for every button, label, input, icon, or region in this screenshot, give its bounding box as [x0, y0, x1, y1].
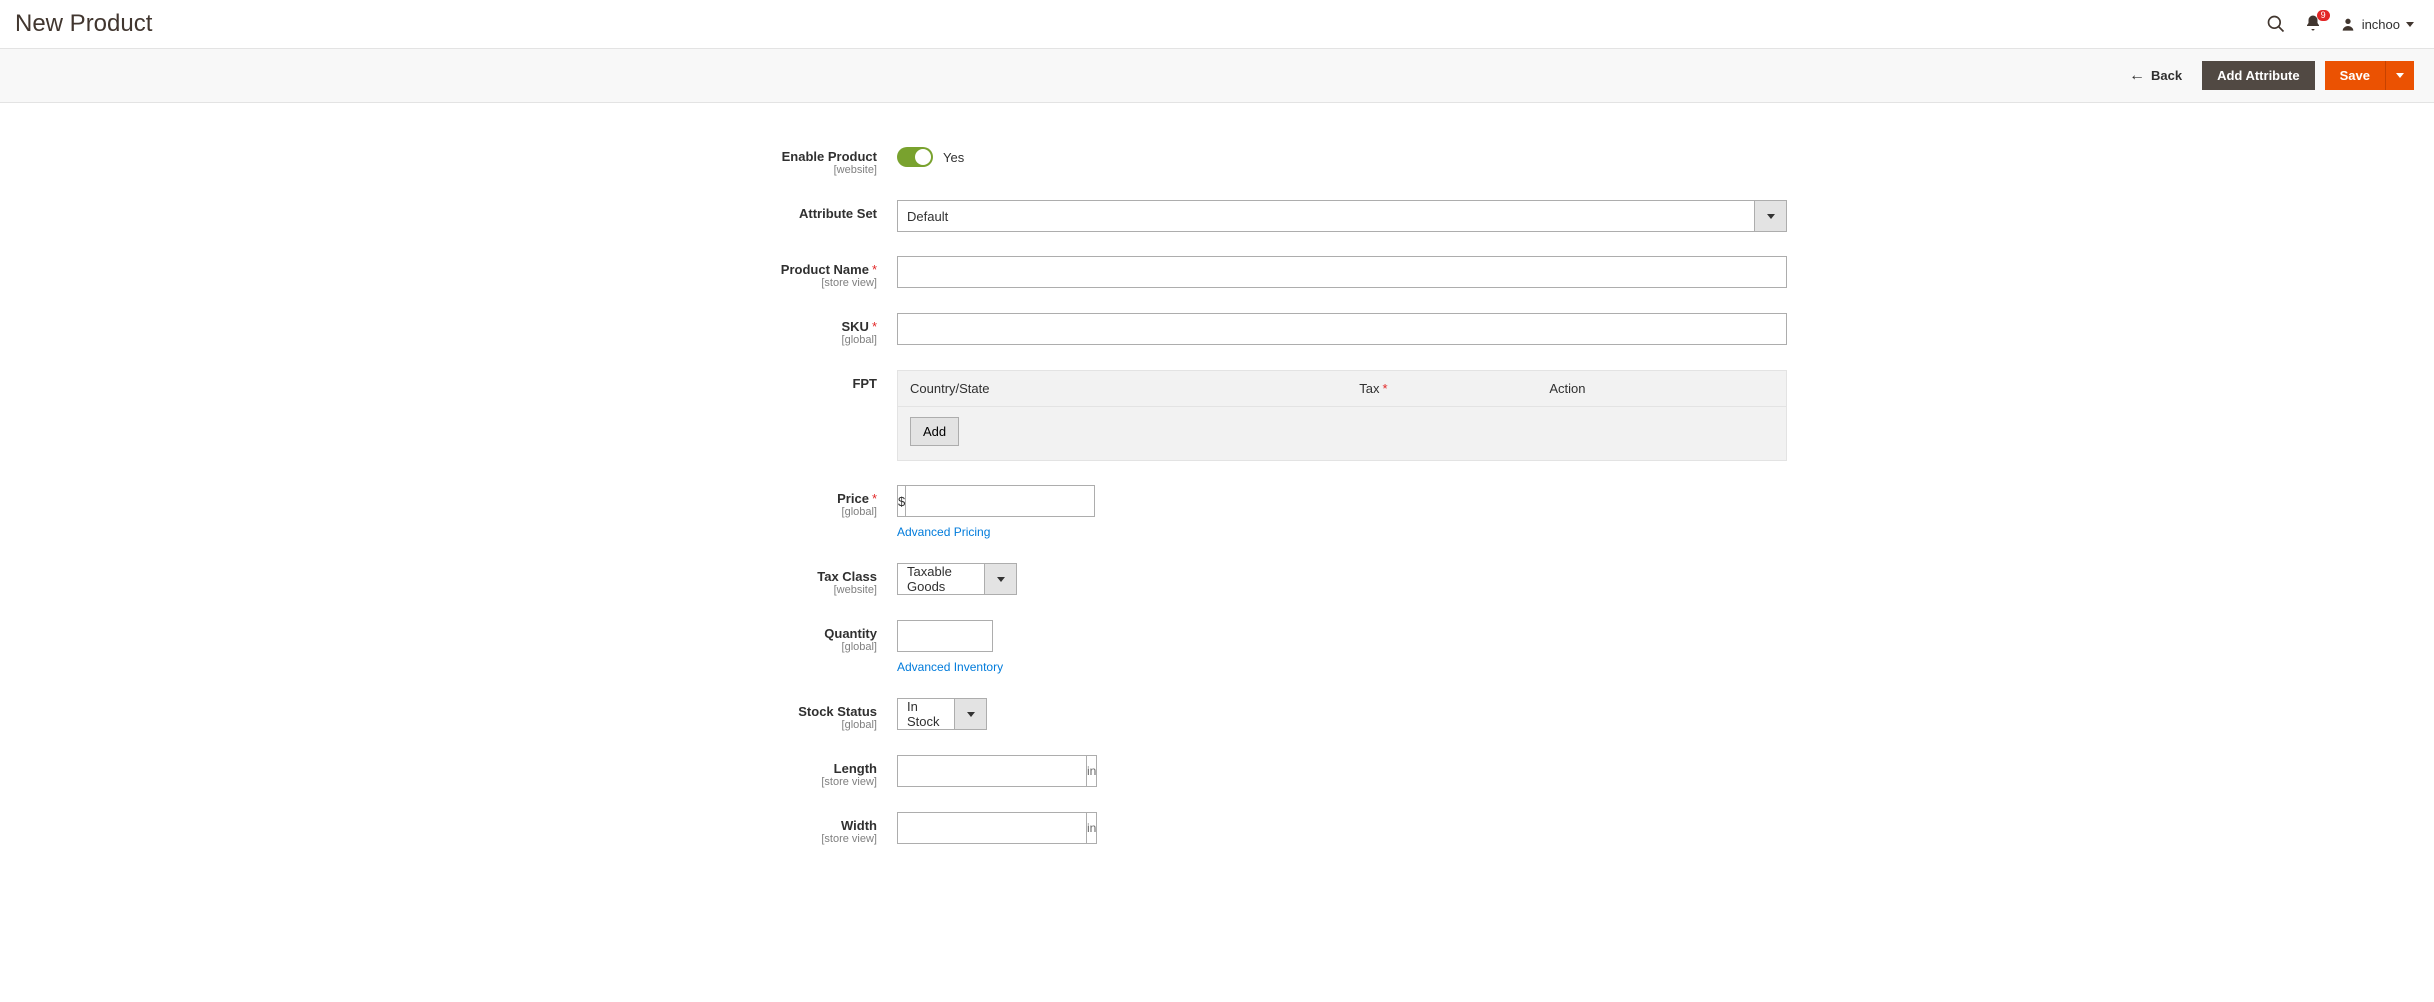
user-menu[interactable]: inchoo [2340, 16, 2414, 32]
stock-status-label: Stock Status [798, 704, 877, 719]
chevron-down-icon [2406, 22, 2414, 27]
attribute-set-select[interactable]: Default [897, 200, 1787, 232]
required-mark: * [872, 491, 877, 506]
tax-class-scope: [website] [647, 584, 877, 596]
quantity-scope: [global] [647, 641, 877, 653]
fpt-col-action: Action [1549, 381, 1774, 396]
quantity-input[interactable] [897, 620, 993, 652]
sku-scope: [global] [647, 334, 877, 346]
stock-status-select[interactable]: In Stock [897, 698, 987, 730]
length-label: Length [834, 761, 877, 776]
back-button[interactable]: ← Back [2129, 67, 2182, 85]
toggle-knob [915, 149, 931, 165]
length-unit: in [1087, 755, 1097, 787]
fpt-table: Country/State Tax* Action Add [897, 370, 1787, 461]
width-scope: [store view] [647, 833, 877, 845]
required-mark: * [872, 262, 877, 277]
required-mark: * [1383, 381, 1388, 396]
add-attribute-button[interactable]: Add Attribute [2202, 61, 2315, 90]
advanced-pricing-link[interactable]: Advanced Pricing [897, 525, 990, 539]
chevron-down-icon [1767, 214, 1775, 219]
stock-status-toggle[interactable] [955, 698, 987, 730]
tax-class-select[interactable]: Taxable Goods [897, 563, 1017, 595]
width-input[interactable] [897, 812, 1087, 844]
username: inchoo [2362, 17, 2400, 32]
attribute-set-toggle[interactable] [1755, 200, 1787, 232]
fpt-label: FPT [852, 376, 877, 391]
fpt-add-button[interactable]: Add [910, 417, 959, 446]
fpt-col-tax: Tax* [1359, 381, 1549, 396]
chevron-down-icon [967, 712, 975, 717]
sku-label: SKU [841, 319, 868, 334]
product-name-label: Product Name [781, 262, 869, 277]
chevron-down-icon [2396, 73, 2404, 78]
sku-input[interactable] [897, 313, 1787, 345]
stock-status-scope: [global] [647, 719, 877, 731]
fpt-col-country: Country/State [910, 381, 1359, 396]
length-scope: [store view] [647, 776, 877, 788]
back-label: Back [2151, 68, 2182, 83]
save-dropdown-toggle[interactable] [2385, 61, 2414, 90]
chevron-down-icon [997, 577, 1005, 582]
enable-product-scope: [website] [647, 164, 877, 176]
tax-class-label: Tax Class [817, 569, 877, 584]
tax-class-toggle[interactable] [985, 563, 1017, 595]
user-icon [2340, 16, 2356, 32]
price-scope: [global] [647, 506, 877, 518]
product-name-scope: [store view] [647, 277, 877, 289]
price-input[interactable] [905, 485, 1095, 517]
attribute-set-value: Default [897, 200, 1755, 232]
width-unit: in [1087, 812, 1097, 844]
page-title: New Product [15, 10, 2266, 38]
search-icon[interactable] [2266, 14, 2286, 34]
enable-product-label: Enable Product [782, 149, 877, 164]
tax-class-value: Taxable Goods [897, 563, 985, 595]
enable-product-value: Yes [943, 150, 964, 165]
length-input[interactable] [897, 755, 1087, 787]
attribute-set-label: Attribute Set [799, 206, 877, 221]
product-name-input[interactable] [897, 256, 1787, 288]
stock-status-value: In Stock [897, 698, 955, 730]
width-label: Width [841, 818, 877, 833]
quantity-label: Quantity [824, 626, 877, 641]
enable-product-toggle[interactable] [897, 147, 933, 167]
save-button[interactable]: Save [2325, 61, 2385, 90]
required-mark: * [872, 319, 877, 334]
notifications-button[interactable]: 9 [2304, 14, 2322, 35]
price-label: Price [837, 491, 869, 506]
save-button-group: Save [2325, 61, 2414, 90]
price-currency: $ [897, 485, 905, 517]
advanced-inventory-link[interactable]: Advanced Inventory [897, 660, 1003, 674]
arrow-left-icon: ← [2129, 67, 2145, 85]
notifications-count: 9 [2317, 10, 2330, 21]
